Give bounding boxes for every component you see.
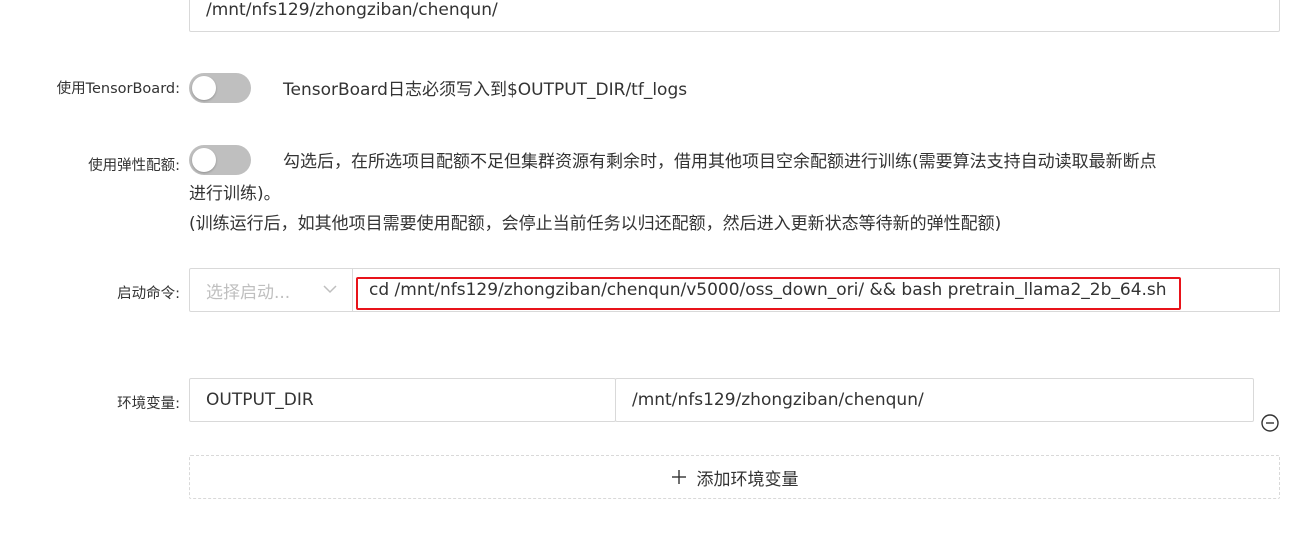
plus-icon (671, 470, 686, 484)
tensorboard-label: 使用TensorBoard: (56, 81, 180, 97)
elastic-quota-hint-line3: (训练运行后，如其他项目需要使用配额，会停止当前任务以归还配额，然后进入更新状态… (189, 214, 1002, 234)
chevron-down-icon (323, 285, 337, 294)
minus-circle-icon[interactable] (1260, 413, 1280, 433)
env-var-value: /mnt/nfs129/zhongziban/chenqun/ (632, 390, 924, 410)
start-command-select-placeholder: 选择启动... (206, 282, 291, 303)
env-vars-label: 环境变量: (117, 396, 180, 412)
start-command-select[interactable]: 选择启动... (189, 268, 353, 312)
elastic-quota-hint-line1: 勾选后，在所选项目配额不足但集群资源有剩余时，借用其他项目空余配额进行训练(需要… (283, 152, 1157, 172)
switch-knob (192, 148, 216, 172)
tensorboard-hint: TensorBoard日志必须写入到$OUTPUT_DIR/tf_logs (283, 80, 688, 100)
tensorboard-switch[interactable] (189, 73, 251, 103)
output-dir-input[interactable]: /mnt/nfs129/zhongziban/chenqun/ (189, 0, 1280, 32)
elastic-quota-switch[interactable] (189, 145, 251, 175)
elastic-quota-hint-line2: 进行训练)。 (189, 184, 281, 204)
switch-knob (192, 76, 216, 100)
add-env-var-button[interactable]: 添加环境变量 (189, 455, 1280, 499)
add-env-var-label: 添加环境变量 (696, 469, 799, 490)
elastic-quota-label: 使用弹性配额: (88, 158, 180, 174)
start-command-label: 启动命令: (117, 286, 180, 302)
env-var-key-input[interactable]: OUTPUT_DIR (189, 378, 616, 422)
env-var-key: OUTPUT_DIR (206, 390, 314, 410)
output-dir-value: /mnt/nfs129/zhongziban/chenqun/ (206, 0, 498, 20)
command-highlight-box (356, 277, 1181, 310)
env-var-value-input[interactable]: /mnt/nfs129/zhongziban/chenqun/ (615, 378, 1254, 422)
